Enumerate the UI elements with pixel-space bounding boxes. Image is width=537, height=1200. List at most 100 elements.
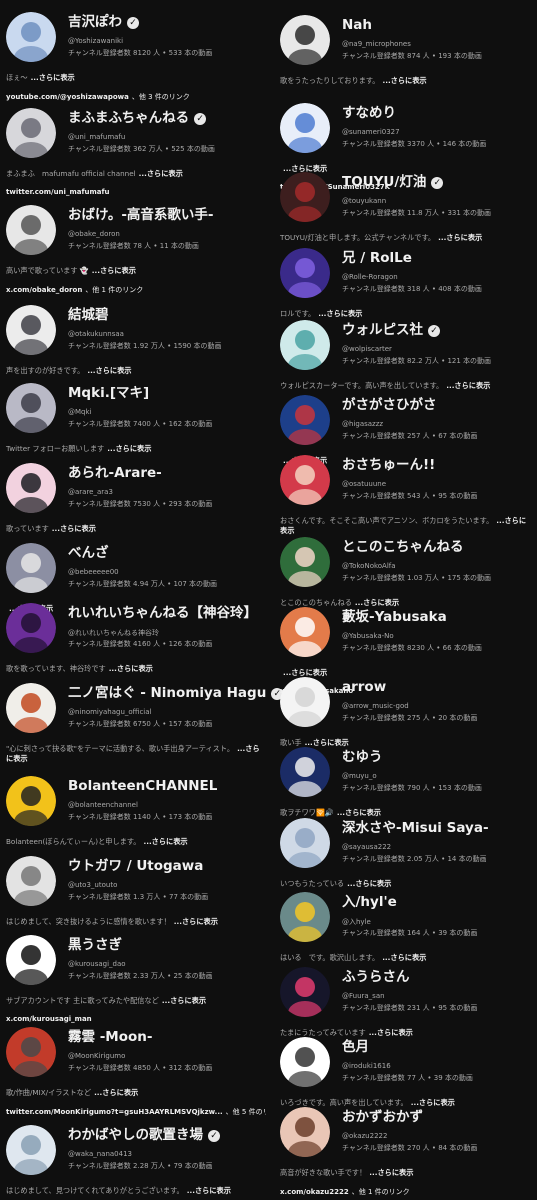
channel-name[interactable]: ウォルピス社 ✓ bbox=[342, 322, 533, 339]
link-url[interactable]: x.com/okazu2222 bbox=[280, 1188, 349, 1196]
channel-avatar[interactable] bbox=[280, 892, 330, 942]
channel-avatar[interactable] bbox=[280, 747, 330, 797]
link-url[interactable]: youtube.com/@yoshizawapowa bbox=[6, 93, 129, 101]
channel-avatar[interactable] bbox=[6, 12, 56, 62]
show-more-link[interactable]: ...さらに表示 bbox=[187, 1186, 231, 1195]
show-more-link[interactable]: ...さらに表示 bbox=[31, 73, 75, 82]
show-more-link[interactable]: ...さらに表示 bbox=[382, 76, 426, 85]
channel-avatar[interactable] bbox=[280, 103, 330, 153]
channel-avatar[interactable] bbox=[6, 935, 56, 985]
channel-name[interactable]: べんざ bbox=[68, 545, 264, 562]
channel-avatar[interactable] bbox=[280, 320, 330, 370]
show-more-link[interactable]: ...さらに表示 bbox=[52, 524, 96, 533]
channel-name[interactable]: おばけ。-高音系歌い手- bbox=[68, 207, 264, 224]
show-more-link[interactable]: ...さらに表示 bbox=[109, 664, 153, 673]
channel-name[interactable]: BolanteenCHANNEL bbox=[68, 778, 264, 795]
channel-link[interactable]: x.com/kurousagi_man bbox=[6, 1015, 266, 1023]
channel-avatar[interactable] bbox=[6, 683, 56, 733]
channel-avatar[interactable] bbox=[280, 1107, 330, 1157]
channel-name[interactable]: Mqki.[マキ] bbox=[68, 385, 264, 402]
channel-name[interactable]: TOUYU/灯油 ✓ bbox=[342, 174, 533, 191]
channel-avatar[interactable] bbox=[280, 537, 330, 587]
channel-name[interactable]: 結城碧 bbox=[68, 307, 264, 324]
channel-name[interactable]: あられ-Arare- bbox=[68, 465, 264, 482]
link-url[interactable]: x.com/obake_doron bbox=[6, 286, 82, 294]
channel-name[interactable]: 藪坂-Yabusaka bbox=[342, 609, 533, 626]
channel-avatar[interactable] bbox=[280, 395, 330, 445]
show-more-link[interactable]: ...さらに表示 bbox=[411, 1098, 455, 1107]
channel-avatar[interactable] bbox=[6, 305, 56, 355]
channel-name[interactable]: 入/hyl'e bbox=[342, 894, 533, 911]
channel-name[interactable]: わかばやしの歌置き場 ✓ bbox=[68, 1127, 264, 1144]
channel-name[interactable]: 霧雲 -Moon- bbox=[68, 1029, 264, 1046]
link-url[interactable]: twitter.com/MoonKirigumo?t=gsuH3AAYRLMSV… bbox=[6, 1108, 223, 1116]
channel-avatar[interactable] bbox=[6, 603, 56, 653]
channel-avatar[interactable] bbox=[6, 205, 56, 255]
channel-name[interactable]: まふまふちゃんねる ✓ bbox=[68, 110, 264, 127]
show-more-link[interactable]: ...さらに表示 bbox=[143, 837, 187, 846]
show-more-link[interactable]: ...さらに表示 bbox=[355, 598, 399, 607]
channel-name[interactable]: がさがさひがさ bbox=[342, 397, 533, 414]
channel-avatar[interactable] bbox=[6, 856, 56, 906]
channel-name[interactable]: Nah bbox=[342, 17, 533, 34]
channel-avatar[interactable] bbox=[280, 15, 330, 65]
channel-avatar[interactable] bbox=[280, 967, 330, 1017]
channel-name[interactable]: 二ノ宮はぐ - Ninomiya Hagu ✓ bbox=[68, 685, 284, 702]
show-more-link[interactable]: ...さらに表示 bbox=[94, 1088, 138, 1097]
channel-name[interactable]: おかずおかず bbox=[342, 1109, 533, 1126]
channel-name[interactable]: ふうらさん bbox=[342, 969, 533, 986]
show-more-link[interactable]: ...さらに表示 bbox=[318, 309, 362, 318]
show-more-link[interactable]: ...さらに表示 bbox=[139, 169, 183, 178]
channel-name[interactable]: 深水さや-Misui Saya- bbox=[342, 820, 533, 837]
show-more-link[interactable]: ...さらに表示 bbox=[446, 381, 490, 390]
channel-name[interactable]: とこのこちゃんねる bbox=[342, 539, 533, 556]
channel-name[interactable]: 黒うさぎ bbox=[68, 937, 264, 954]
channel-avatar[interactable] bbox=[280, 1037, 330, 1087]
channel-name[interactable]: 兄 / RolLe bbox=[342, 250, 533, 267]
channel-avatar[interactable] bbox=[6, 543, 56, 593]
channel-avatar[interactable] bbox=[6, 383, 56, 433]
channel-name[interactable]: arrow bbox=[342, 679, 533, 696]
channel-avatar[interactable] bbox=[280, 677, 330, 727]
show-more-link[interactable]: ...さらに表示 bbox=[382, 953, 426, 962]
channel-avatar[interactable] bbox=[6, 1125, 56, 1175]
show-more-link[interactable]: ...さらに表示 bbox=[162, 996, 206, 1005]
show-more-link[interactable]: ...さらに表示 bbox=[92, 266, 136, 275]
channel-name[interactable]: 吉沢ぽわ ✓ bbox=[68, 14, 264, 31]
more-links[interactable]: 、他 5 件のリンク bbox=[226, 1108, 266, 1116]
channel-link[interactable]: twitter.com/MoonKirigumo?t=gsuH3AAYRLMSV… bbox=[6, 1107, 266, 1117]
channel-avatar[interactable] bbox=[6, 108, 56, 158]
channel-link[interactable]: youtube.com/@yoshizawapowa 、他 3 件のリンク bbox=[6, 92, 266, 102]
show-more-link[interactable]: ...さらに表示 bbox=[107, 444, 151, 453]
channel-avatar[interactable] bbox=[6, 776, 56, 826]
more-links[interactable]: 、他 1 件のリンク bbox=[352, 1188, 410, 1196]
show-more-link[interactable]: ...さらに表示 bbox=[438, 233, 482, 242]
channel-avatar[interactable] bbox=[280, 607, 330, 657]
channel-name[interactable]: れいれいちゃんねる【神谷玲】 bbox=[68, 605, 264, 622]
channel-avatar[interactable] bbox=[280, 455, 330, 505]
channel-link[interactable]: x.com/okazu2222 、他 1 件のリンク bbox=[280, 1187, 535, 1197]
show-more-link[interactable]: ...さらに表示 bbox=[87, 366, 131, 375]
channel-avatar[interactable] bbox=[6, 1027, 56, 1077]
more-links[interactable]: 、他 3 件のリンク bbox=[132, 93, 190, 101]
channel-name[interactable]: ウトガワ / Utogawa bbox=[68, 858, 264, 875]
show-more-link[interactable]: ...さらに表示 bbox=[305, 738, 349, 747]
show-more-link[interactable]: ...さらに表示 bbox=[369, 1028, 413, 1037]
channel-link[interactable]: twitter.com/uni_mafumafu bbox=[6, 188, 266, 196]
show-more-link[interactable]: ...さらに表示 bbox=[369, 1168, 413, 1177]
channel-name[interactable]: 色月 bbox=[342, 1039, 533, 1056]
channel-avatar[interactable] bbox=[280, 818, 330, 868]
more-links[interactable]: 、他 1 件のリンク bbox=[85, 286, 143, 294]
channel-name[interactable]: むゆう bbox=[342, 749, 533, 766]
show-more-link[interactable]: ...さらに表示 bbox=[283, 668, 327, 677]
show-more-link[interactable]: ...さらに表示 bbox=[174, 917, 218, 926]
show-more-link[interactable]: ...さらに表示 bbox=[347, 879, 391, 888]
link-url[interactable]: twitter.com/uni_mafumafu bbox=[6, 188, 110, 196]
channel-name[interactable]: おさちゅーん!! bbox=[342, 457, 533, 474]
channel-link[interactable]: x.com/obake_doron 、他 1 件のリンク bbox=[6, 285, 266, 295]
show-more-link[interactable]: ...さらに表示 bbox=[337, 808, 381, 817]
channel-avatar[interactable] bbox=[6, 463, 56, 513]
channel-avatar[interactable] bbox=[280, 172, 330, 222]
link-url[interactable]: x.com/kurousagi_man bbox=[6, 1015, 92, 1023]
channel-avatar[interactable] bbox=[280, 248, 330, 298]
